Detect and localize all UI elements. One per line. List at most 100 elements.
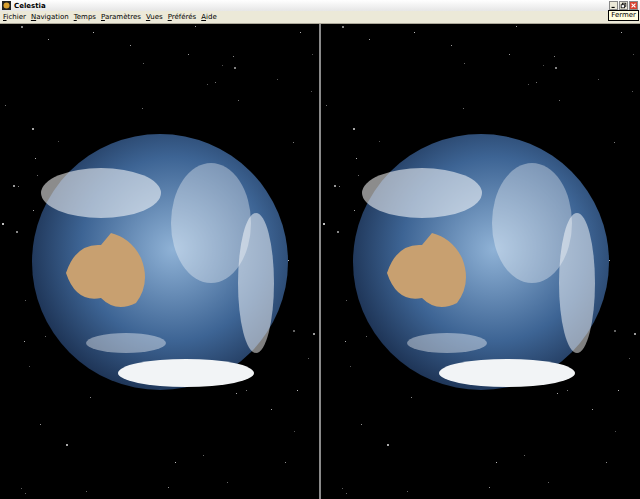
stereo-views <box>0 24 640 499</box>
star <box>567 390 568 391</box>
menu-item[interactable]: Vues <box>146 12 163 23</box>
star <box>297 390 298 391</box>
star <box>342 488 343 489</box>
star <box>293 330 295 332</box>
star <box>207 84 208 85</box>
star <box>308 358 309 359</box>
menu-item[interactable]: Paramètres <box>101 12 141 23</box>
star <box>621 32 622 33</box>
star <box>543 65 544 66</box>
star <box>222 65 223 66</box>
star <box>234 67 236 69</box>
star <box>13 185 15 187</box>
star <box>326 105 327 106</box>
star <box>294 431 295 432</box>
star <box>90 397 91 398</box>
star <box>35 158 36 159</box>
star <box>598 79 599 80</box>
star <box>66 444 68 446</box>
star <box>195 26 196 27</box>
star <box>557 393 558 394</box>
star <box>407 491 408 492</box>
star <box>411 397 412 398</box>
star <box>548 482 549 483</box>
star <box>130 45 131 46</box>
star <box>606 462 607 463</box>
star <box>609 260 610 261</box>
star <box>288 260 289 261</box>
earth-icon <box>352 133 610 391</box>
menu-item[interactable]: Aide <box>201 12 217 23</box>
star <box>93 32 94 33</box>
star <box>188 54 189 55</box>
star <box>21 488 22 489</box>
menu-item[interactable]: Navigation <box>31 12 69 23</box>
star <box>143 63 144 64</box>
menu-item[interactable]: Préférés <box>168 12 197 23</box>
star <box>45 336 46 337</box>
star <box>354 210 355 211</box>
star <box>346 300 347 301</box>
star <box>592 409 593 410</box>
star <box>345 341 346 342</box>
star <box>40 424 41 425</box>
star <box>516 26 517 27</box>
star <box>25 493 26 494</box>
star <box>142 108 143 109</box>
left-eye-view[interactable] <box>0 24 319 499</box>
star <box>2 223 4 225</box>
star <box>489 487 490 488</box>
star <box>168 487 169 488</box>
star <box>615 431 616 432</box>
star <box>342 26 344 28</box>
star <box>339 186 340 187</box>
star <box>24 341 25 342</box>
star <box>246 390 247 391</box>
star <box>311 91 312 92</box>
star <box>323 223 325 225</box>
menu-item[interactable]: Fichier <box>3 12 26 23</box>
star <box>203 455 204 456</box>
star <box>37 175 38 176</box>
star <box>618 390 619 391</box>
minimize-icon <box>610 2 617 9</box>
star <box>366 336 367 337</box>
right-eye-view[interactable] <box>321 24 640 499</box>
star <box>361 424 362 425</box>
close-button[interactable] <box>629 1 638 10</box>
star <box>86 491 87 492</box>
star <box>350 366 351 367</box>
star <box>387 444 389 446</box>
star <box>337 231 339 233</box>
star <box>629 358 630 359</box>
star <box>464 63 465 64</box>
star <box>356 158 357 159</box>
star <box>236 393 237 394</box>
star <box>300 32 301 33</box>
star <box>554 56 555 57</box>
close-tooltip: Fermer <box>608 10 639 21</box>
star <box>215 82 216 83</box>
celestia-icon <box>2 1 11 10</box>
star <box>632 91 633 92</box>
star <box>414 32 415 33</box>
window-title: Celestia <box>14 2 46 10</box>
star <box>614 142 615 143</box>
star <box>48 39 49 40</box>
star <box>32 128 34 130</box>
star <box>16 231 18 233</box>
star <box>614 330 616 332</box>
star <box>233 56 234 57</box>
menu-item[interactable]: Temps <box>74 12 96 23</box>
celestia-window: Celestia Fichier Navigation Temps Paramètres… <box>0 0 640 499</box>
maximize-button[interactable] <box>619 1 628 10</box>
star <box>463 108 464 109</box>
star <box>346 493 347 494</box>
star <box>358 175 359 176</box>
minimize-button[interactable] <box>609 1 618 10</box>
menu-bar: Fichier Navigation Temps Paramètres Vues Préf… <box>0 11 640 24</box>
star <box>524 455 525 456</box>
star <box>633 54 634 55</box>
star <box>369 39 370 40</box>
star <box>18 186 19 187</box>
